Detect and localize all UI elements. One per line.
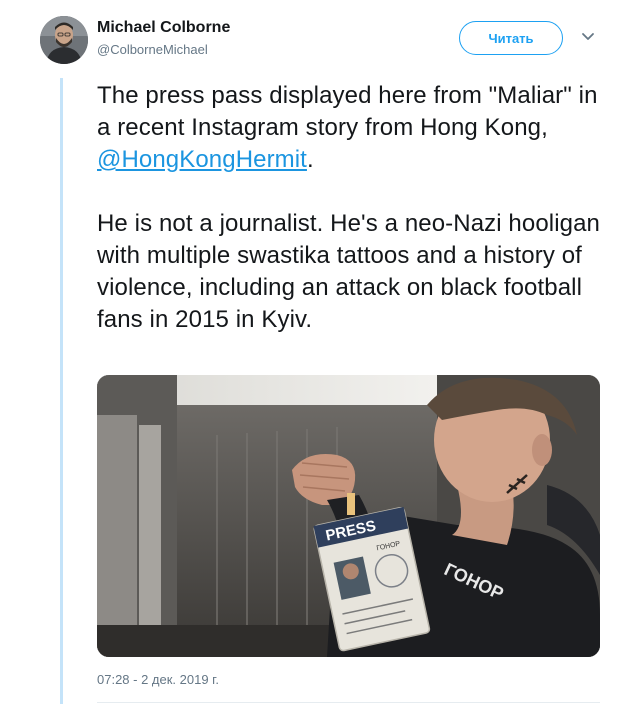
follow-button[interactable]: Читать [459,21,563,55]
photo-scene: PRESSГОНОРГОНОР [97,375,600,657]
author-name[interactable]: Michael Colborne [97,19,230,37]
avatar[interactable] [40,16,88,64]
thread-line [60,78,63,704]
tweet-text-part: The press pass displayed here from "Mali… [97,82,598,141]
tweet-timestamp[interactable]: 07:28 - 2 дек. 2019 г. [97,672,219,687]
divider [97,702,600,703]
tweet-text-part: . [306,146,314,173]
tweet-paragraph-1: The press pass displayed here from "Mali… [97,80,607,176]
mention-link[interactable]: @HongKongHermit [97,146,307,173]
tweet-paragraph-2: He is not a journalist. He's a neo-Nazi … [97,210,600,333]
author-handle[interactable]: @ColborneMichael [97,42,208,57]
tweet-text: The press pass displayed here from "Mali… [97,80,607,336]
tweet-media-photo[interactable]: PRESS ГОНОР ГОНОР [97,375,600,657]
avatar-image [40,16,88,64]
chevron-down-icon[interactable] [581,32,595,42]
